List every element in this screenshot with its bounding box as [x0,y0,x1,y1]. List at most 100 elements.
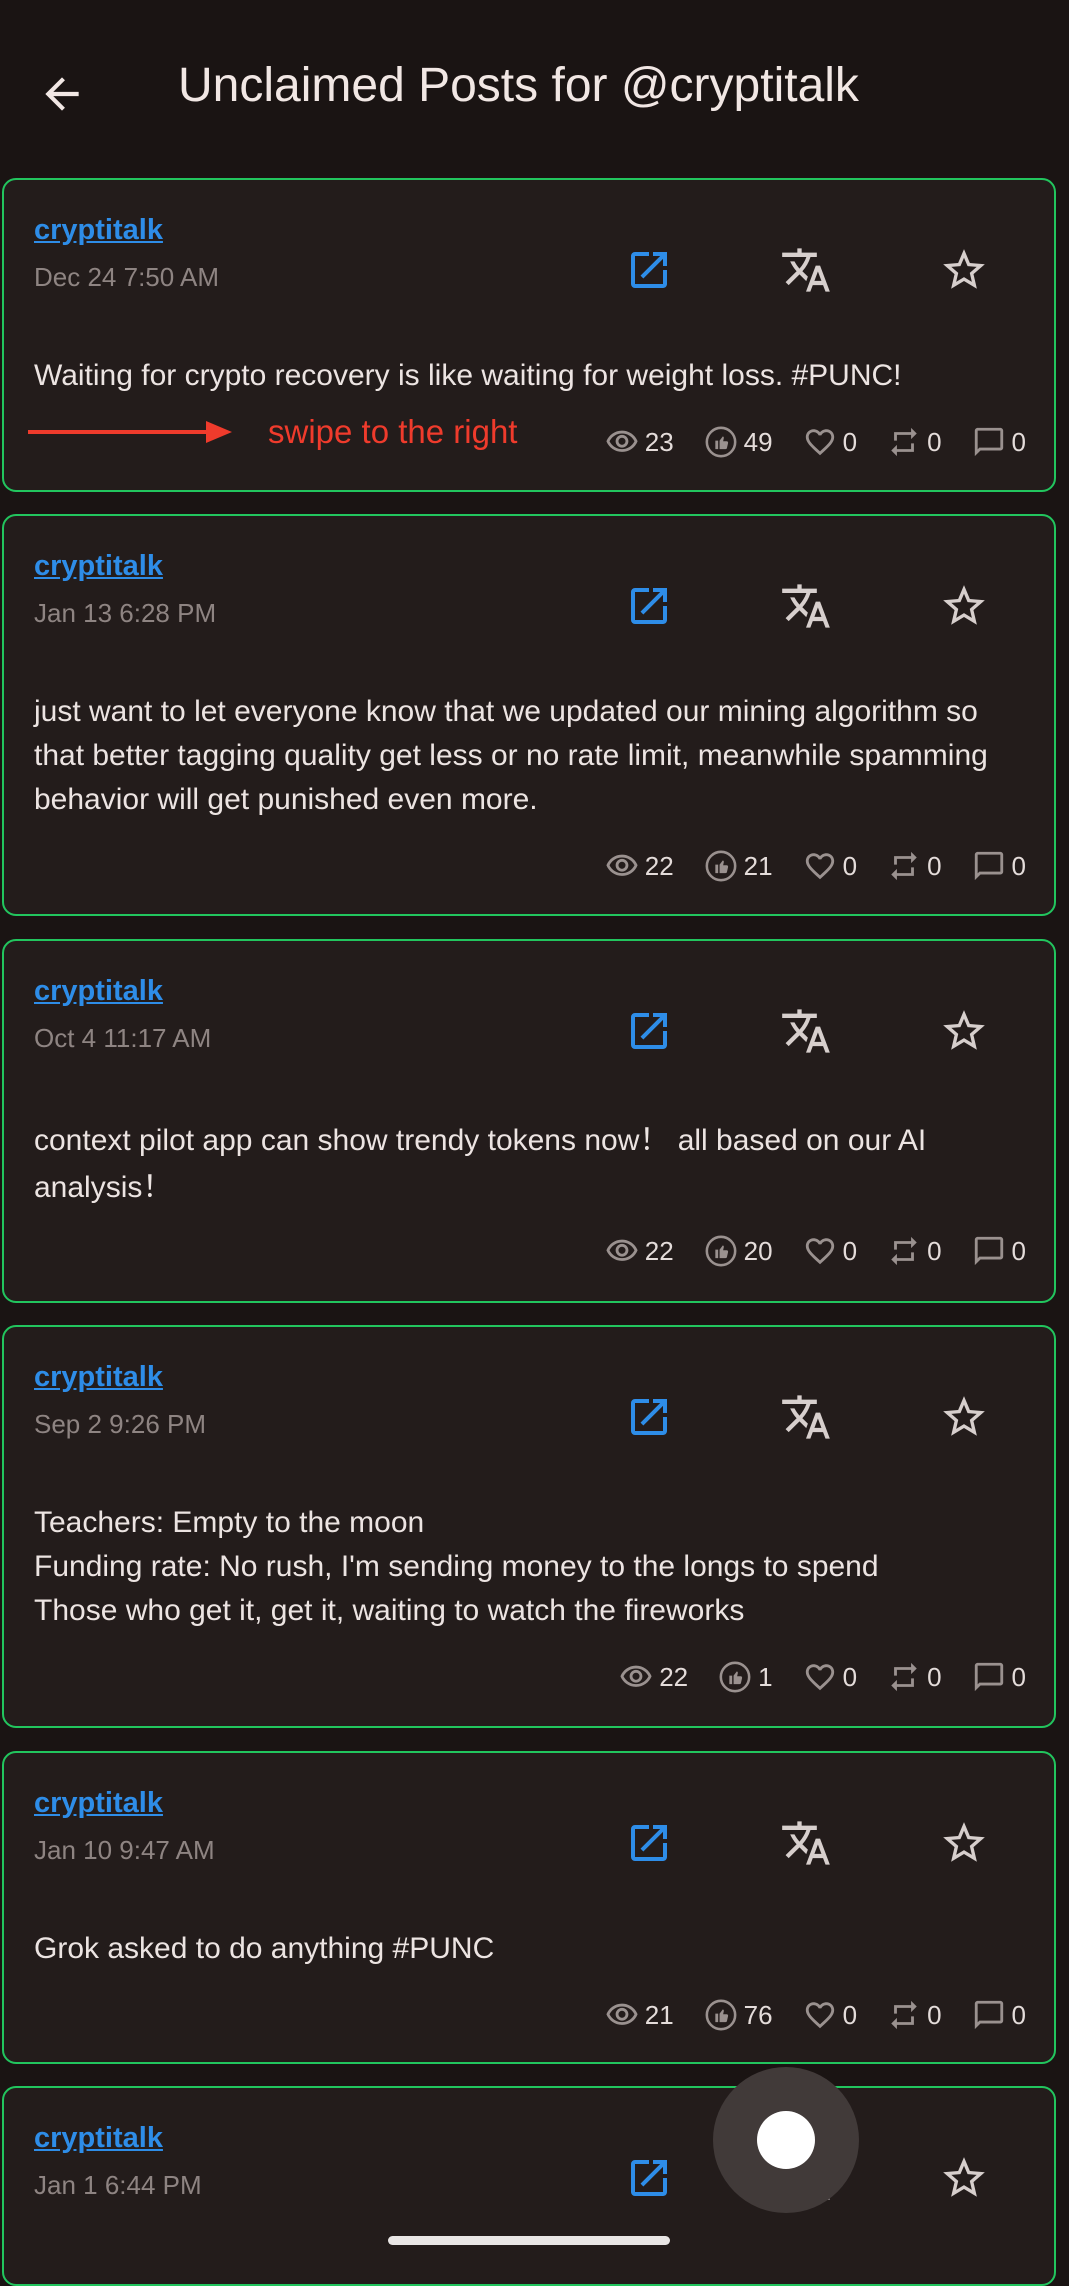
repost-icon [891,851,917,881]
post-card[interactable]: cryptitalk Jan 1 6:44 PM [2,2086,1056,2286]
floating-action-button[interactable] [713,2067,859,2213]
comment-icon [974,2000,1003,2030]
app-bar: Unclaimed Posts for @cryptitalk [0,0,1069,175]
post-card[interactable]: cryptitalk Sep 2 9:26 PM Teachers: Empty… [2,1325,1056,1728]
thumbs-up-icon [705,426,737,458]
comments-stat[interactable]: 0 [972,1660,1026,1694]
post-date: Dec 24 7:50 AM [34,262,219,292]
star-outline-icon [943,2157,985,2197]
post-stats: 21 76 0 0 0 [575,1995,1026,2035]
open-in-new-icon [631,1013,667,1049]
heart-icon [805,2002,834,2029]
star-outline-icon [943,585,985,625]
star-button[interactable] [934,240,994,300]
open-post-button[interactable] [619,1001,679,1061]
star-button[interactable] [934,2148,994,2208]
reposts-stat[interactable]: 0 [887,1660,942,1694]
thumbs-stat[interactable]: 76 [704,1998,773,2032]
views-count: 22 [659,1661,689,1692]
reposts-count: 0 [927,1235,942,1266]
views-count: 23 [644,426,674,457]
translate-icon [782,1009,830,1053]
open-post-button[interactable] [619,1813,679,1873]
star-button[interactable] [934,1001,994,1061]
post-card[interactable]: cryptitalk Jan 13 6:28 PM just want to l… [2,514,1056,916]
post-author-link[interactable]: cryptitalk [34,1787,163,1820]
views-count: 22 [644,1235,674,1266]
translate-button[interactable] [776,1813,836,1873]
heart-icon [805,429,834,456]
comments-count: 0 [1011,1235,1026,1266]
likes-stat[interactable]: 0 [803,849,857,883]
thumbs-up-icon [705,1235,737,1267]
post-author-link[interactable]: cryptitalk [34,214,163,247]
open-post-button[interactable] [619,576,679,636]
reposts-stat[interactable]: 0 [887,849,942,883]
comments-stat[interactable]: 0 [972,425,1026,459]
likes-stat[interactable]: 0 [803,1998,857,2032]
open-in-new-icon [631,252,667,288]
open-in-new-icon [631,1399,667,1435]
likes-stat[interactable]: 0 [803,1660,857,1694]
swipe-hint-label: swipe to the right [268,413,518,450]
views-stat: 23 [605,425,674,459]
star-button[interactable] [934,1387,994,1447]
page-title: Unclaimed Posts for @cryptitalk [178,59,859,112]
comments-stat[interactable]: 0 [972,1234,1026,1268]
thumbs-count: 49 [743,426,773,457]
post-date: Jan 10 9:47 AM [34,1835,215,1865]
post-text: context pilot app can show trendy tokens… [34,1124,927,1204]
post-author-link[interactable]: cryptitalk [34,2122,163,2155]
star-button[interactable] [934,1813,994,1873]
translate-button[interactable] [776,1001,836,1061]
post-author-link[interactable]: cryptitalk [34,975,163,1008]
thumbs-stat[interactable]: 49 [704,425,773,459]
post-card[interactable]: cryptitalk Dec 24 7:50 AM Waiting for cr… [2,178,1056,492]
comment-icon [974,427,1003,457]
comment-icon [974,1662,1003,1692]
open-post-button[interactable] [619,2148,679,2208]
reposts-stat[interactable]: 0 [887,1234,942,1268]
thumbs-up-icon [705,1999,737,2031]
thumbs-count: 21 [743,850,773,881]
star-outline-icon [943,249,985,289]
thumbs-count: 1 [758,1661,773,1692]
star-button[interactable] [934,576,994,636]
post-card[interactable]: cryptitalk Jan 10 9:47 AM Grok asked to … [2,1751,1056,2064]
thumbs-stat[interactable]: 1 [718,1660,773,1694]
open-post-button[interactable] [619,1387,679,1447]
reposts-stat[interactable]: 0 [887,425,942,459]
post-author-link[interactable]: cryptitalk [34,1361,163,1394]
likes-stat[interactable]: 0 [803,1234,857,1268]
comment-icon [974,1236,1003,1266]
translate-icon [782,584,830,628]
likes-count: 0 [842,850,858,881]
post-stats: 22 21 0 0 0 [575,846,1026,886]
eye-icon [606,854,638,876]
likes-stat[interactable]: 0 [803,425,857,459]
post-author-link[interactable]: cryptitalk [34,550,163,583]
thumbs-stat[interactable]: 21 [704,849,773,883]
repost-icon [891,1662,917,1692]
post-text: just want to let everyone know that we u… [34,695,988,816]
translate-button[interactable] [776,576,836,636]
star-outline-icon [943,1396,985,1436]
eye-icon [620,1665,652,1687]
views-count: 21 [644,1999,674,2030]
home-indicator[interactable] [388,2236,670,2245]
thumbs-count: 20 [743,1235,773,1266]
comments-count: 0 [1011,850,1026,881]
likes-count: 0 [842,1235,858,1266]
reposts-stat[interactable]: 0 [887,1998,942,2032]
comments-stat[interactable]: 0 [972,1998,1026,2032]
translate-button[interactable] [776,1387,836,1447]
post-card[interactable]: cryptitalk Oct 4 11:17 AM context pilot … [2,939,1056,1303]
comments-stat[interactable]: 0 [972,849,1026,883]
back-button[interactable] [30,62,94,126]
likes-count: 0 [842,426,858,457]
open-in-new-icon [631,1825,667,1861]
translate-button[interactable] [776,240,836,300]
open-post-button[interactable] [619,240,679,300]
likes-count: 0 [842,1999,858,2030]
thumbs-stat[interactable]: 20 [704,1234,773,1268]
